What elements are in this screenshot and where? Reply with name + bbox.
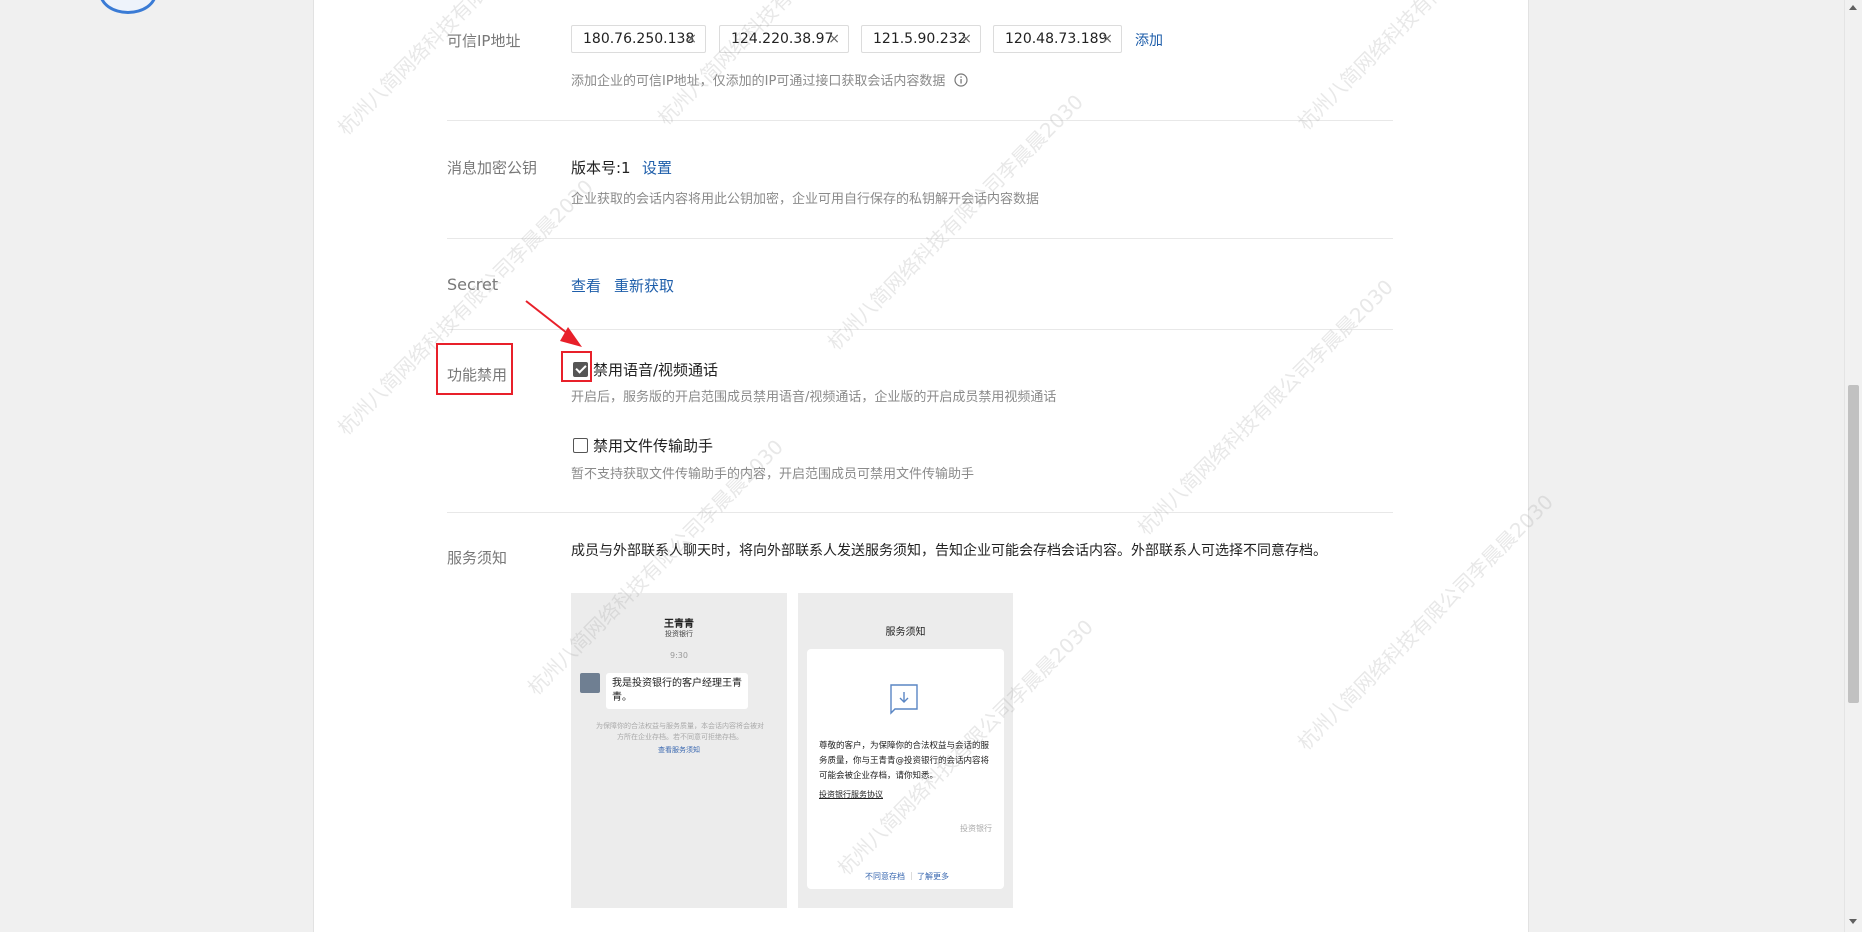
learn-more-link[interactable]: 了解更多 <box>917 871 949 882</box>
avatar <box>99 0 157 14</box>
ip-tag: 180.76.250.138 × <box>571 25 706 53</box>
ip-label: 可信IP地址 <box>447 32 521 50</box>
message-download-icon <box>890 684 918 715</box>
chat-preview: 王青青 投资银行 9:30 我是投资银行的客户经理王青青。 为保障你的合法权益与… <box>571 593 787 908</box>
reject-archive-link[interactable]: 不同意存档 <box>865 871 905 882</box>
divider <box>447 120 1393 121</box>
chat-message: 我是投资银行的客户经理王青青。 <box>606 673 748 709</box>
notice-sign: 投资银行 <box>960 824 992 833</box>
scrollbar[interactable] <box>1844 0 1862 932</box>
secret-label: Secret <box>447 275 499 294</box>
notice-body: 尊敬的客户，为保障你的合法权益与会话的服务质量，你与王青青@投资银行的会话内容将… <box>819 741 990 781</box>
set-key-link[interactable]: 设置 <box>642 157 672 178</box>
disable-call-checkbox[interactable] <box>573 362 588 377</box>
refresh-secret-link[interactable]: 重新获取 <box>614 275 674 296</box>
disable-call-label: 禁用语音/视频通话 <box>593 361 719 379</box>
annotation-arrow-icon <box>525 300 582 347</box>
key-description: 企业获取的会话内容将用此公钥加密，企业可用自行保存的私钥解开会话内容数据 <box>571 192 1040 207</box>
ip-value: 121.5.90.232 <box>873 31 967 47</box>
agreement-link[interactable]: 投资银行服务协议 <box>819 789 883 800</box>
remove-icon[interactable]: × <box>828 26 840 52</box>
separator: | <box>910 871 913 880</box>
add-ip-link[interactable]: 添加 <box>1135 30 1163 50</box>
ip-value: 124.220.38.97 <box>731 31 834 47</box>
view-notice-link[interactable]: 查看服务须知 <box>571 745 787 755</box>
notice-label: 服务须知 <box>447 549 508 567</box>
disable-file-helper-label: 禁用文件传输助手 <box>593 437 714 455</box>
remove-icon[interactable]: × <box>1101 26 1113 52</box>
disable-call-description: 开启后，服务版的开启范围成员禁用语音/视频通话，企业版的开启成员禁用视频通话 <box>571 390 1057 405</box>
key-version: 版本号:1 <box>571 159 631 177</box>
ip-tag: 120.48.73.189 × <box>993 25 1122 53</box>
chat-time: 9:30 <box>670 651 688 660</box>
disable-file-helper-checkbox[interactable] <box>573 438 588 453</box>
contact-name: 王青青 <box>664 619 694 630</box>
ip-tag: 121.5.90.232 × <box>861 25 981 53</box>
remove-icon[interactable]: × <box>960 26 972 52</box>
remove-icon[interactable]: × <box>685 26 697 52</box>
info-icon[interactable] <box>953 73 968 87</box>
scroll-down-icon[interactable] <box>1849 919 1857 924</box>
scroll-up-icon[interactable] <box>1849 5 1857 10</box>
notice-description: 成员与外部联系人聊天时，将向外部联系人发送服务须知，告知企业可能会存档会话内容。… <box>571 543 1327 559</box>
ip-value: 180.76.250.138 <box>583 31 695 47</box>
avatar <box>580 673 600 693</box>
ip-description: 添加企业的可信IP地址，仅添加的IP可通过接口获取会话内容数据 <box>571 70 968 89</box>
annotation-highlight <box>436 343 513 395</box>
ip-value: 120.48.73.189 <box>1005 31 1108 47</box>
archive-notice: 为保障你的合法权益与服务质量，本会话内容将会被对方所在企业存档。若不同意可拒绝存… <box>596 722 764 741</box>
contact-company: 投资银行 <box>665 630 693 638</box>
ip-tag: 124.220.38.97 × <box>719 25 849 53</box>
view-secret-link[interactable]: 查看 <box>571 275 601 296</box>
divider <box>447 238 1393 239</box>
divider <box>447 512 1393 513</box>
key-label: 消息加密公钥 <box>447 159 538 177</box>
scroll-thumb[interactable] <box>1848 385 1859 703</box>
notice-preview: 服务须知 尊敬的客户，为保障你的合法权益与会话的服务质量，你与王青青@投资银行的… <box>798 593 1013 908</box>
disable-file-helper-description: 暂不支持获取文件传输助手的内容，开启范围成员可禁用文件传输助手 <box>571 467 975 482</box>
notice-card: 尊敬的客户，为保障你的合法权益与会话的服务质量，你与王青青@投资银行的会话内容将… <box>807 649 1004 889</box>
notice-title: 服务须知 <box>885 627 926 638</box>
